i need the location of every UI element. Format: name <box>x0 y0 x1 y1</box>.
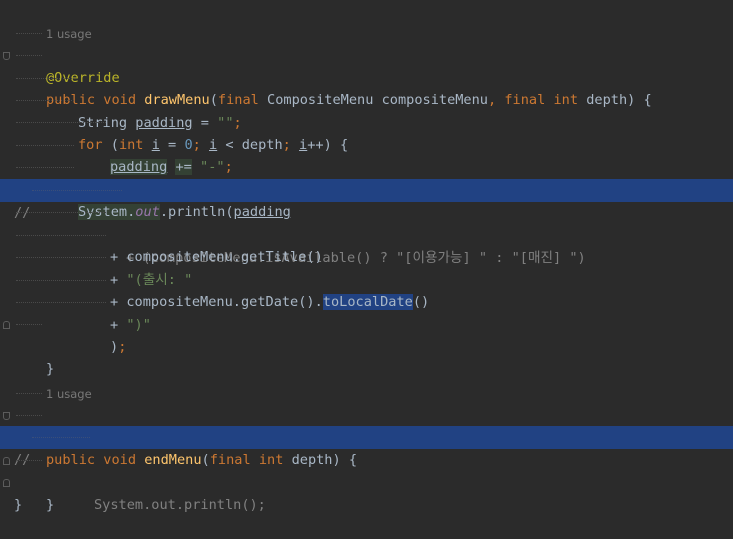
code-text: } <box>46 497 55 513</box>
indent-guide <box>16 235 106 237</box>
code-line[interactable]: } <box>0 449 733 513</box>
indent-guide <box>16 122 106 124</box>
code-line[interactable]: } <box>0 134 733 198</box>
indent-guide <box>16 100 74 102</box>
indent-guide <box>16 324 42 326</box>
code-line[interactable]: for (int i = 0; i < depth; i++) { <box>0 89 733 153</box>
indent-guide <box>16 78 74 80</box>
code-line[interactable]: public void endMenu(final int depth) { <box>0 404 733 468</box>
code-line[interactable]: + compositeMenu.getDate().toLocalDate() <box>0 246 733 310</box>
code-line[interactable]: @Override <box>0 22 733 86</box>
code-line[interactable]: } <box>0 313 733 377</box>
indent-guide <box>16 460 42 462</box>
indent-guide <box>16 302 106 304</box>
code-line[interactable]: System.out.println(padding <box>0 156 733 220</box>
usage-hint[interactable]: 1 usage <box>0 0 733 41</box>
code-line[interactable]: String padding = ""; <box>0 67 733 131</box>
code-line[interactable]: } <box>0 471 733 513</box>
usage-hint[interactable]: 1 usage <box>0 360 733 401</box>
indent-guide <box>32 437 90 439</box>
code-line[interactable]: ); <box>0 291 733 355</box>
indent-guide <box>32 190 122 192</box>
indent-guide <box>16 55 42 57</box>
code-line[interactable]: + "(출시: " <box>0 224 733 288</box>
indent-guide <box>16 33 42 35</box>
indent-guide <box>16 167 74 169</box>
indent-guide <box>16 212 106 214</box>
code-line[interactable]: @Override <box>0 382 733 446</box>
code-line[interactable]: + compositeMenu.getTitle() <box>0 201 733 265</box>
commented-code: System.out.println(); <box>94 496 266 513</box>
fold-toggle-icon[interactable] <box>3 321 10 329</box>
selected-code-line[interactable]: // System.out.println(); <box>0 426 733 513</box>
code-text: ); <box>110 339 127 355</box>
indent-guide <box>16 280 106 282</box>
code-line[interactable]: public void drawMenu(final CompositeMenu… <box>0 44 733 108</box>
code-line[interactable]: + ")" <box>0 269 733 333</box>
indent-guide <box>16 257 106 259</box>
fold-toggle-icon[interactable] <box>3 52 10 60</box>
code-line[interactable]: padding += "-"; <box>0 111 733 175</box>
indent-guide <box>16 415 42 417</box>
fold-toggle-icon[interactable] <box>3 412 10 420</box>
indent-guide <box>16 393 42 395</box>
fold-toggle-icon[interactable] <box>3 479 10 487</box>
indent-guide <box>16 145 74 147</box>
selected-code-line[interactable]: // + (compositeMenu.isAvailable() ? "[이용… <box>0 179 733 266</box>
code-text: } <box>14 496 23 513</box>
fold-toggle-icon[interactable] <box>3 457 10 465</box>
